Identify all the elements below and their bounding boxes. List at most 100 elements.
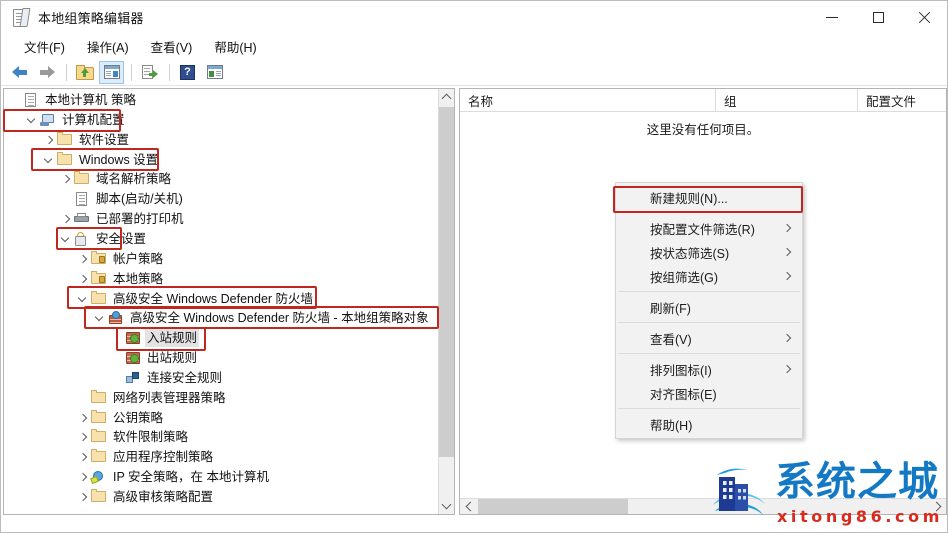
ctx-arrange-icons[interactable]: 排列图标(I) — [616, 357, 802, 381]
ctx-help[interactable]: 帮助(H) — [616, 412, 802, 436]
submenu-chevron-icon — [782, 364, 792, 373]
chevron-up-icon — [441, 93, 452, 104]
tree-list: 本地计算机 策略计算机配置软件设置 Windows 设置 域名解析策略 脚本(启动/关… — [4, 89, 439, 514]
context-menu-item-label: 帮助(H) — [650, 418, 693, 433]
tree-item-label: 计算机配置 — [62, 112, 125, 127]
menu-file[interactable]: 文件(F) — [13, 34, 76, 59]
maximize-icon — [872, 12, 884, 23]
menu-view[interactable]: 查看(V) — [140, 34, 204, 59]
chevron-right-icon[interactable] — [76, 409, 90, 427]
tree-item-18[interactable]: 应用程序控制策略 — [76, 447, 215, 467]
menu-action[interactable]: 操作(A) — [76, 34, 140, 59]
chevron-right-icon[interactable] — [76, 448, 90, 466]
tree-item-label: 软件限制策略 — [113, 430, 189, 445]
folder-icon — [90, 488, 108, 506]
tree-item-17[interactable]: 软件限制策略 — [76, 427, 190, 447]
column-header-group[interactable]: 组 — [716, 89, 858, 111]
tree-item-4[interactable]: 域名解析策略 — [59, 169, 173, 189]
scroll-down-button[interactable] — [439, 497, 454, 514]
scroll-left-button[interactable] — [460, 499, 477, 514]
ctx-filter-by-group[interactable]: 按组筛选(G) — [616, 264, 802, 288]
maximize-button[interactable] — [855, 1, 901, 34]
tree-item-19[interactable]: IP 安全策略，在 本地计算机 — [76, 467, 271, 487]
chevron-down-icon[interactable] — [59, 230, 73, 248]
tree-item-10[interactable]: 高级安全 Windows Defender 防火墙 — [76, 289, 315, 309]
toggle-action-pane-button[interactable] — [202, 61, 227, 84]
tree-item-9[interactable]: 本地策略 — [76, 269, 165, 289]
chevron-right-icon[interactable] — [42, 131, 56, 149]
up-one-level-button[interactable] — [72, 61, 97, 84]
scroll-up-button[interactable] — [439, 89, 454, 106]
folder-icon — [56, 131, 74, 149]
chevron-down-icon — [441, 499, 452, 510]
tree-item-16[interactable]: 公钥策略 — [76, 408, 165, 428]
tree-item-5[interactable]: 脚本(启动/关机) — [59, 189, 185, 209]
export-list-icon — [141, 64, 158, 80]
chevron-right-icon[interactable] — [59, 210, 73, 228]
tree-item-12[interactable]: 入站规则 — [110, 328, 200, 348]
watermark-logo-icon — [713, 468, 765, 515]
tree-item-14[interactable]: 连接安全规则 — [110, 368, 224, 388]
ctx-new-rule[interactable]: 新建规则(N)... — [616, 185, 802, 209]
tree-item-label: IP 安全策略，在 本地计算机 — [113, 470, 270, 485]
tree-item-8[interactable]: 帐户策略 — [76, 249, 165, 269]
chevron-right-icon[interactable] — [76, 468, 90, 486]
tree-item-0[interactable]: 本地计算机 策略 — [8, 90, 138, 110]
tree-item-label: 软件设置 — [79, 132, 130, 147]
chevron-spacer — [110, 329, 124, 347]
chevron-right-icon[interactable] — [76, 270, 90, 288]
chevron-down-icon[interactable] — [76, 290, 90, 308]
help-icon: ? — [180, 64, 195, 80]
toggle-console-tree-button[interactable] — [99, 60, 124, 84]
forward-button[interactable] — [34, 61, 59, 84]
tree-item-11[interactable]: 高级安全 Windows Defender 防火墙 - 本地组策略对象 — [93, 308, 431, 328]
chevron-right-icon[interactable] — [76, 488, 90, 506]
ctx-filter-by-state[interactable]: 按状态筛选(S) — [616, 240, 802, 264]
chevron-down-icon[interactable] — [25, 111, 39, 129]
window-controls — [809, 1, 947, 34]
tree-item-3[interactable]: Windows 设置 — [42, 150, 160, 170]
hscrollbar-thumb[interactable] — [478, 499, 628, 514]
folder-icon — [73, 170, 91, 188]
ctx-filter-by-profile[interactable]: 按配置文件筛选(R) — [616, 216, 802, 240]
ctx-align-icons[interactable]: 对齐图标(E) — [616, 381, 802, 405]
ctx-view[interactable]: 查看(V) — [616, 326, 802, 350]
local-group-policy-editor-window: 本地组策略编辑器 文件(F) 操作(A) 查看(V) 帮助(H) ? 本地计算机… — [0, 0, 948, 533]
connection-security-rule-icon — [124, 369, 142, 387]
help-button[interactable]: ? — [175, 61, 200, 84]
tree-item-6[interactable]: 已部署的打印机 — [59, 209, 186, 229]
tree-item-1[interactable]: 计算机配置 — [25, 110, 127, 130]
tree-item-7[interactable]: 安全设置 — [59, 229, 148, 249]
tree-item-15[interactable]: 网络列表管理器策略 — [76, 388, 228, 408]
tree-item-label: 已部署的打印机 — [96, 212, 184, 227]
tree-item-label: 网络列表管理器策略 — [113, 390, 226, 405]
ip-security-icon — [90, 468, 108, 486]
tree-item-20[interactable]: 高级审核策略配置 — [76, 487, 215, 507]
chevron-right-icon[interactable] — [59, 170, 73, 188]
close-button[interactable] — [901, 1, 947, 34]
firewall-icon — [107, 309, 125, 327]
column-header-name[interactable]: 名称 — [460, 89, 716, 111]
tree-item-label: 安全设置 — [96, 231, 147, 246]
tree-item-13[interactable]: 出站规则 — [110, 348, 199, 368]
minimize-button[interactable] — [809, 1, 855, 34]
minimize-icon — [826, 17, 838, 18]
menu-help[interactable]: 帮助(H) — [203, 34, 267, 59]
chevron-right-icon[interactable] — [76, 428, 90, 446]
folder-icon — [90, 290, 108, 308]
tree-item-2[interactable]: 软件设置 — [42, 130, 131, 150]
context-menu-item-label: 新建规则(N)... — [650, 191, 728, 206]
ctx-refresh[interactable]: 刷新(F) — [616, 295, 802, 319]
chevron-down-icon[interactable] — [93, 309, 107, 327]
back-button[interactable] — [7, 61, 32, 84]
export-list-button[interactable] — [137, 61, 162, 84]
column-header-profile[interactable]: 配置文件 — [858, 89, 946, 111]
scrollbar-thumb[interactable] — [439, 107, 454, 457]
menu-bar: 文件(F) 操作(A) 查看(V) 帮助(H) — [1, 34, 947, 59]
chevron-right-icon[interactable] — [76, 250, 90, 268]
tree-vertical-scrollbar[interactable] — [438, 89, 454, 514]
folder-icon — [90, 409, 108, 427]
chevron-down-icon[interactable] — [42, 151, 56, 169]
chevron-spacer — [110, 349, 124, 367]
title-bar: 本地组策略编辑器 — [1, 1, 947, 34]
